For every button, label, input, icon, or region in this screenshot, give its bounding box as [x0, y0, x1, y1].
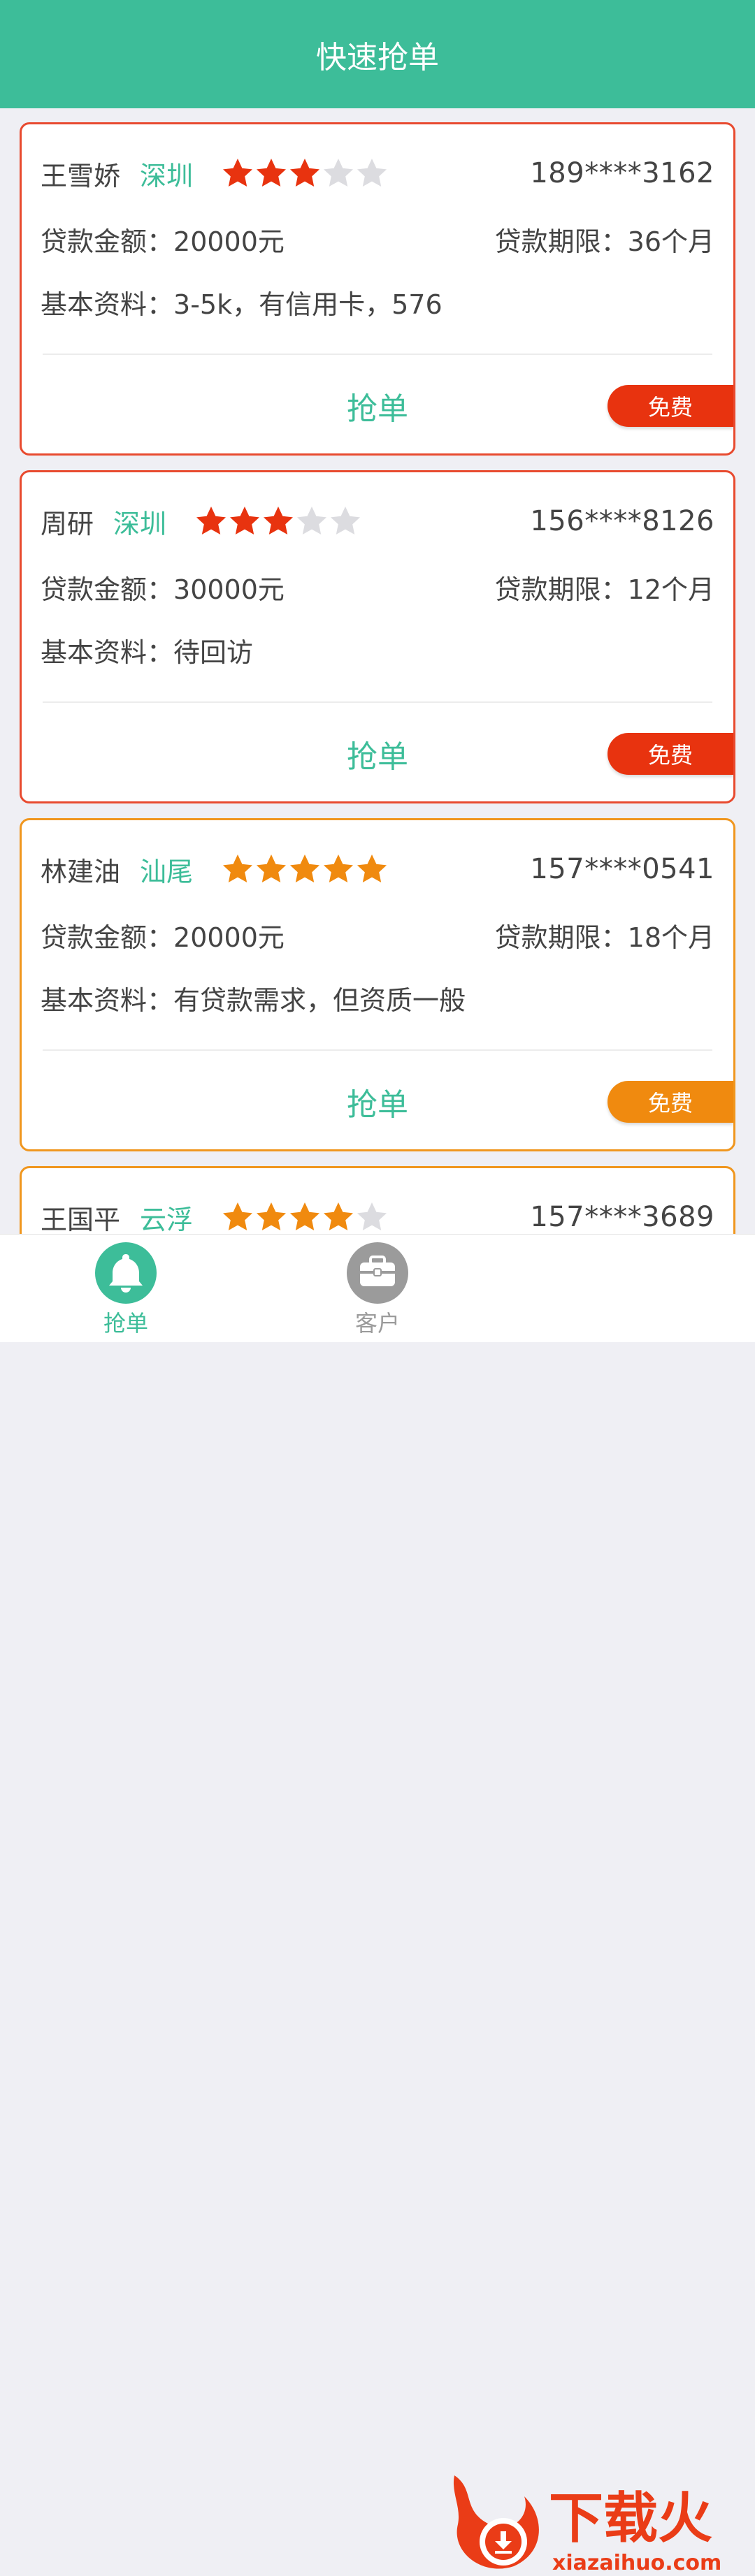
free-badge: 免费 — [607, 1081, 733, 1123]
basic-info-value: 3-5k，有信用卡，576 — [173, 289, 443, 320]
customer-city: 深圳 — [140, 160, 194, 191]
free-badge: 免费 — [607, 385, 733, 427]
divider — [43, 354, 712, 355]
loan-term-label: 贷款期限： — [494, 574, 628, 605]
star-filled-icon — [196, 507, 226, 534]
loan-term: 贷款期限：18个月 — [495, 916, 714, 954]
order-card: 林建油 汕尾 157****0541 贷款金额：20000元 贷款期限：18个月… — [20, 818, 735, 1151]
star-rating — [194, 504, 362, 538]
star-filled-icon — [290, 854, 320, 882]
divider — [43, 1049, 712, 1051]
loan-amount: 贷款金额：20000元 — [41, 916, 285, 954]
loan-amount-label: 贷款金额： — [41, 574, 174, 605]
loan-amount: 贷款金额：30000元 — [41, 568, 285, 606]
order-card: 周研 深圳 156****8126 贷款金额：30000元 贷款期限：12个月 … — [20, 470, 735, 803]
star-filled-icon — [324, 1202, 354, 1230]
loan-amount: 贷款金额：20000元 — [41, 220, 285, 259]
loan-term-value: 12个月 — [627, 574, 714, 605]
star-filled-icon — [290, 1202, 320, 1230]
star-empty-icon — [297, 507, 327, 534]
loan-term: 贷款期限：36个月 — [495, 220, 714, 259]
customer-phone: 157****0541 — [530, 853, 714, 885]
order-list: 王雪娇 深圳 189****3162 贷款金额：20000元 贷款期限：36个月… — [20, 122, 735, 1265]
star-empty-icon — [357, 1202, 387, 1230]
tab-customers[interactable]: 客户 — [308, 1242, 447, 1338]
customer-phone: 156****8126 — [530, 505, 714, 537]
bell-icon — [95, 1242, 157, 1304]
customer-city: 深圳 — [113, 508, 167, 539]
page-header: 快速抢单 — [0, 0, 755, 108]
star-filled-icon — [257, 159, 287, 187]
star-filled-icon — [223, 1202, 253, 1230]
star-filled-icon — [223, 159, 253, 187]
customer-phone: 189****3162 — [530, 157, 714, 189]
basic-info-label: 基本资料： — [41, 289, 174, 320]
star-filled-icon — [357, 854, 387, 882]
star-filled-icon — [290, 159, 320, 187]
loan-term: 贷款期限：12个月 — [495, 568, 714, 606]
star-empty-icon — [357, 159, 387, 187]
customer-phone: 157****3689 — [530, 1201, 714, 1233]
loan-amount-value: 20000元 — [173, 226, 285, 257]
customer-name: 周研 — [41, 508, 94, 539]
bottom-tab-bar: 抢单 客户 下载火 xiazaihuo.com — [0, 1234, 755, 2575]
basic-info-label: 基本资料： — [41, 636, 174, 668]
tab-grab[interactable]: 抢单 — [56, 1242, 196, 1338]
customer-name: 王国平 — [41, 1204, 121, 1235]
briefcase-icon — [347, 1242, 408, 1304]
customer-city: 汕尾 — [140, 856, 194, 887]
divider — [43, 701, 712, 703]
star-filled-icon — [324, 854, 354, 882]
star-filled-icon — [257, 854, 287, 882]
star-empty-icon — [331, 507, 361, 534]
star-filled-icon — [223, 854, 253, 882]
star-empty-icon — [324, 159, 354, 187]
tab-grab-label: 抢单 — [103, 1310, 148, 1337]
customer-name: 王雪娇 — [41, 160, 121, 191]
star-rating — [221, 157, 389, 190]
loan-amount-value: 30000元 — [173, 574, 285, 605]
loan-term-label: 贷款期限： — [494, 922, 628, 953]
basic-info-value: 有贷款需求，但资质一般 — [173, 984, 466, 1016]
tab-customers-label: 客户 — [354, 1310, 400, 1337]
basic-info: 基本资料： 待回访 — [41, 630, 714, 669]
customer-city: 云浮 — [140, 1204, 194, 1235]
star-filled-icon — [230, 507, 260, 534]
watermark-logo: 下载火 xiazaihuo.com — [453, 2475, 721, 2575]
loan-term-value: 18个月 — [627, 922, 714, 953]
order-card: 王雪娇 深圳 189****3162 贷款金额：20000元 贷款期限：36个月… — [20, 122, 735, 456]
basic-info-label: 基本资料： — [41, 984, 174, 1016]
basic-info: 基本资料： 3-5k，有信用卡，576 — [41, 282, 714, 321]
star-rating — [221, 1200, 389, 1234]
loan-amount-value: 20000元 — [173, 922, 285, 953]
customer-name: 林建油 — [41, 856, 121, 887]
watermark-text: 下载火 — [549, 2487, 712, 2550]
loan-amount-label: 贷款金额： — [41, 226, 174, 257]
watermark-url: xiazaihuo.com — [552, 2551, 721, 2575]
loan-amount-label: 贷款金额： — [41, 922, 174, 953]
star-filled-icon — [264, 507, 294, 534]
free-badge: 免费 — [607, 733, 733, 775]
basic-info: 基本资料： 有贷款需求，但资质一般 — [41, 978, 714, 1017]
loan-term-value: 36个月 — [627, 226, 714, 257]
loan-term-label: 贷款期限： — [494, 226, 628, 257]
page-title: 快速抢单 — [316, 39, 439, 75]
star-filled-icon — [257, 1202, 287, 1230]
basic-info-value: 待回访 — [173, 636, 254, 668]
star-rating — [221, 852, 389, 886]
